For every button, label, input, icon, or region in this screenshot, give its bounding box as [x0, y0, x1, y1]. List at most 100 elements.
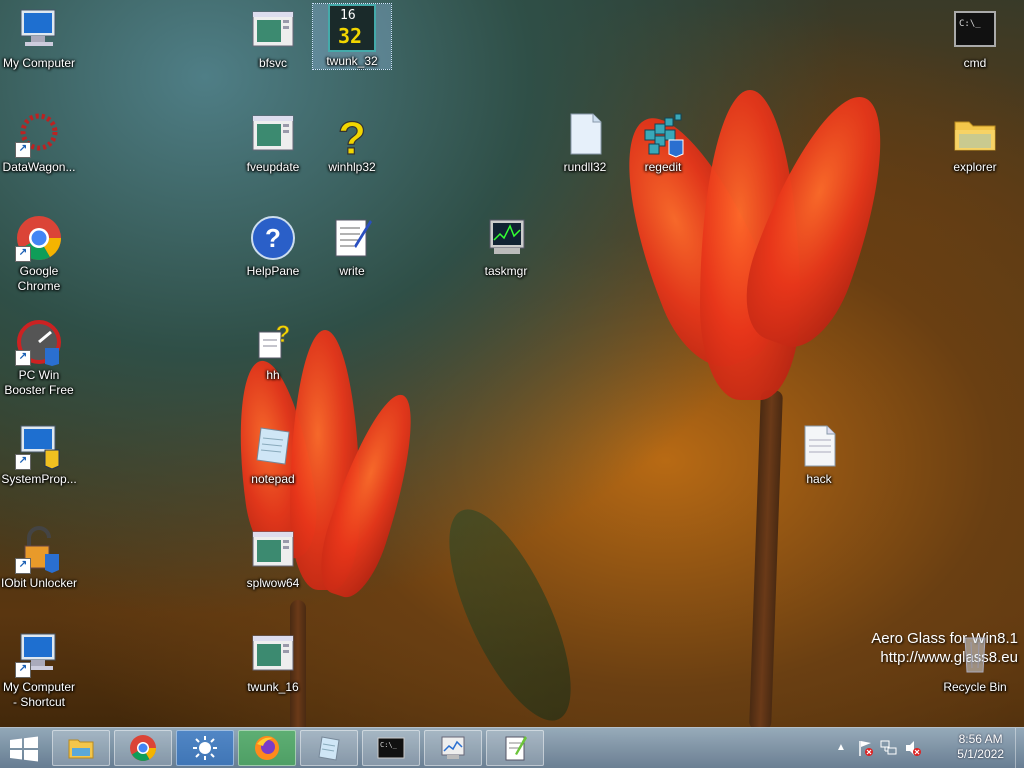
booster-gauge-icon: ↗	[15, 318, 63, 366]
chrome-icon: ↗	[15, 214, 63, 262]
desktop-icon-bfsvc[interactable]: bfsvc	[234, 6, 312, 71]
taskbar-brightness[interactable]	[176, 730, 234, 766]
clock-date: 5/1/2022	[957, 747, 1004, 761]
application-window-icon	[249, 6, 297, 54]
command-prompt-icon: C:\_	[377, 734, 405, 762]
clock-time: 8:56 AM	[958, 732, 1003, 746]
desktop-icon-write[interactable]: write	[313, 214, 391, 279]
icon-label: winhlp32	[328, 160, 376, 174]
text-file-icon	[795, 422, 843, 470]
desktop-icon-winhlp32[interactable]: ? winhlp32	[313, 110, 391, 175]
start-button[interactable]	[8, 736, 40, 762]
shortcut-arrow-icon: ↗	[15, 558, 31, 574]
notepad-plus-plus-icon	[501, 734, 529, 762]
icon-label: SystemProp...	[1, 472, 77, 486]
notification-area: ▲	[828, 728, 928, 768]
icon-label: Recycle Bin	[943, 680, 1007, 694]
taskbar-clock[interactable]: 8:56 AM 5/1/2022	[957, 732, 1004, 762]
icon-label: taskmgr	[484, 264, 528, 278]
shortcut-arrow-icon: ↗	[15, 246, 31, 262]
desktop-icon-explorer[interactable]: explorer	[936, 110, 1014, 175]
shortcut-arrow-icon: ↗	[15, 350, 31, 366]
icon-label: splwow64	[246, 576, 300, 590]
icon-label: notepad	[251, 472, 295, 486]
taskbar-notepad-plus-plus[interactable]	[486, 730, 544, 766]
desktop-icon-pc-win-booster[interactable]: ↗ PC Win Booster Free	[0, 318, 78, 398]
badge-bottom-number: 32	[338, 24, 363, 48]
desktop-icon-datawagon[interactable]: ↗ DataWagon...	[0, 110, 78, 175]
desktop-icon-rundll32[interactable]: rundll32	[546, 110, 624, 175]
icon-label: My Computer - Shortcut	[2, 680, 76, 709]
desktop-icon-systemprop[interactable]: ↗ SystemProp...	[0, 422, 78, 487]
task-manager-icon	[482, 214, 530, 262]
windows-logo-icon	[10, 736, 38, 762]
icon-label: rundll32	[563, 160, 607, 174]
icon-label: fveupdate	[246, 160, 300, 174]
desktop-icon-google-chrome[interactable]: ↗ Google Chrome	[0, 214, 78, 294]
desktop-icon-twunk-32[interactable]: 16 32 twunk_32	[312, 3, 392, 70]
desktop-icon-hack[interactable]: hack	[780, 422, 858, 487]
desktop-icon-fveupdate[interactable]: fveupdate	[234, 110, 312, 175]
svg-text:?: ?	[265, 223, 281, 253]
icon-label: twunk_16	[247, 680, 299, 694]
shortcut-arrow-icon: ↗	[15, 142, 31, 158]
icon-label: write	[339, 264, 365, 278]
icon-label: IObit Unlocker	[0, 576, 78, 590]
icon-label: regedit	[644, 160, 682, 174]
icon-label: HelpPane	[246, 264, 300, 278]
desktop-icon-splwow64[interactable]: splwow64	[234, 526, 312, 591]
padlock-icon: ↗	[15, 526, 63, 574]
write-document-pen-icon	[328, 214, 376, 262]
computer-icon: ↗	[15, 630, 63, 678]
icon-label: hack	[806, 472, 832, 486]
desktop-icon-twunk-16[interactable]: twunk_16	[234, 630, 312, 695]
desktop-icon-cmd[interactable]: C:\_ cmd	[936, 6, 1014, 71]
firefox-icon	[253, 734, 281, 762]
desktop-icon-helppane[interactable]: ? HelpPane	[234, 214, 312, 279]
application-window-icon	[249, 110, 297, 158]
desktop-icon-my-computer-shortcut[interactable]: ↗ My Computer - Shortcut	[0, 630, 78, 710]
icon-label: cmd	[963, 56, 987, 70]
twunk-32-badge-icon: 16 32	[328, 4, 376, 52]
help-question-mark-icon: ?	[328, 110, 376, 164]
taskbar-notepad[interactable]	[300, 730, 358, 766]
taskbar-command-prompt[interactable]: C:\_	[362, 730, 420, 766]
performance-monitor-icon	[439, 734, 467, 762]
icon-label: My Computer	[2, 56, 76, 70]
application-window-icon	[249, 526, 297, 574]
action-center-flag-icon[interactable]	[858, 739, 874, 762]
desktop-icon-recycle-bin[interactable]: Recycle Bin	[936, 630, 1014, 695]
notepad-icon	[249, 422, 297, 470]
volume-muted-icon[interactable]	[904, 739, 922, 762]
blank-file-icon	[561, 110, 609, 158]
svg-text:C:\_: C:\_	[380, 741, 398, 749]
taskbar-performance-monitor[interactable]	[424, 730, 482, 766]
help-document-icon: ?	[249, 318, 297, 366]
icon-label: explorer	[953, 160, 997, 174]
show-hidden-icons-chevron-icon[interactable]: ▲	[836, 742, 846, 753]
network-icon[interactable]	[880, 739, 898, 762]
icon-label: bfsvc	[258, 56, 287, 70]
desktop-icon-my-computer[interactable]: My Computer	[0, 6, 78, 71]
desktop-icon-iobit-unlocker[interactable]: ↗ IObit Unlocker	[0, 526, 78, 591]
taskbar-file-explorer[interactable]	[52, 730, 110, 766]
show-desktop-button[interactable]	[1015, 728, 1024, 768]
icon-label: hh	[266, 368, 280, 382]
taskbar-chrome[interactable]	[114, 730, 172, 766]
command-prompt-icon: C:\_	[951, 6, 999, 54]
desktop-icon-notepad[interactable]: notepad	[234, 422, 312, 487]
system-properties-icon: ↗	[15, 422, 63, 470]
taskbar: C:\_ ▲ 8:56 AM 5/1/2022	[0, 727, 1024, 768]
icon-label: PC Win Booster Free	[4, 368, 74, 397]
application-window-icon	[249, 630, 297, 678]
icon-label: twunk_32	[326, 54, 378, 68]
desktop-icon-taskmgr[interactable]: taskmgr	[467, 214, 545, 279]
datawagon-icon: ↗	[15, 110, 63, 158]
taskbar-firefox[interactable]	[238, 730, 296, 766]
desktop-icon-regedit[interactable]: regedit	[624, 110, 702, 175]
svg-text:?: ?	[338, 112, 366, 158]
folder-icon	[67, 734, 95, 762]
registry-editor-icon	[639, 110, 687, 158]
sun-icon	[191, 734, 219, 762]
desktop-icon-hh[interactable]: ? hh	[234, 318, 312, 383]
